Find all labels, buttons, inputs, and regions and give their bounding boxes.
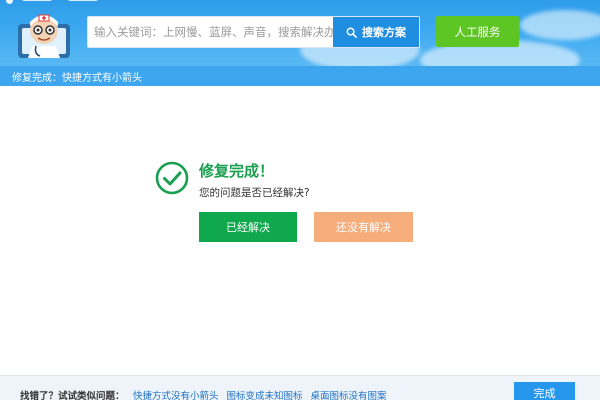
title-strip: [0, 0, 120, 5]
search-button[interactable]: 搜索方案: [333, 17, 419, 47]
breadcrumb-text: 修复完成：快捷方式有小箭头: [12, 72, 142, 84]
cloud-decoration: [520, 10, 600, 40]
similar-issue-link[interactable]: 快捷方式没有小箭头: [133, 388, 219, 400]
unsolved-button-label: 还没有解决: [336, 221, 391, 234]
check-circle-icon: [155, 161, 189, 195]
human-service-button[interactable]: 人工服务: [436, 16, 519, 47]
breadcrumb: 修复完成：快捷方式有小箭头: [0, 66, 600, 86]
header: 搜索方案 人工服务: [0, 0, 600, 66]
search-icon: [346, 27, 357, 38]
search-button-label: 搜索方案: [362, 26, 406, 39]
footer: 找错了？试试类似问题： 快捷方式没有小箭头 图标变成未知图标 桌面图标没有图案: [0, 375, 600, 400]
app-name-fragment: [22, 0, 52, 1]
unsolved-button[interactable]: 还没有解决: [314, 212, 413, 242]
solved-button-label: 已经解决: [226, 221, 270, 234]
similar-issues-label: 找错了？试试类似问题：: [20, 391, 125, 400]
similar-issue-link[interactable]: 桌面图标没有图案: [311, 388, 387, 400]
solved-button[interactable]: 已经解决: [199, 212, 297, 242]
result-title: 修复完成！: [199, 162, 275, 180]
app-name-fragment: [68, 0, 98, 1]
search-input[interactable]: [88, 17, 333, 47]
done-button-label: 完成: [533, 387, 556, 400]
similar-issue-link[interactable]: 图标变成未知图标: [227, 388, 303, 400]
done-button[interactable]: 完成: [514, 382, 575, 400]
doctor-mascot-icon: [18, 14, 70, 58]
search-box: 搜索方案: [87, 16, 420, 48]
human-service-label: 人工服务: [454, 24, 501, 39]
similar-issues-links: 快捷方式没有小箭头 图标变成未知图标 桌面图标没有图案: [133, 388, 387, 400]
app-logo-icon: [6, 0, 13, 4]
result-question: 您的问题是否已经解决?: [199, 187, 310, 199]
